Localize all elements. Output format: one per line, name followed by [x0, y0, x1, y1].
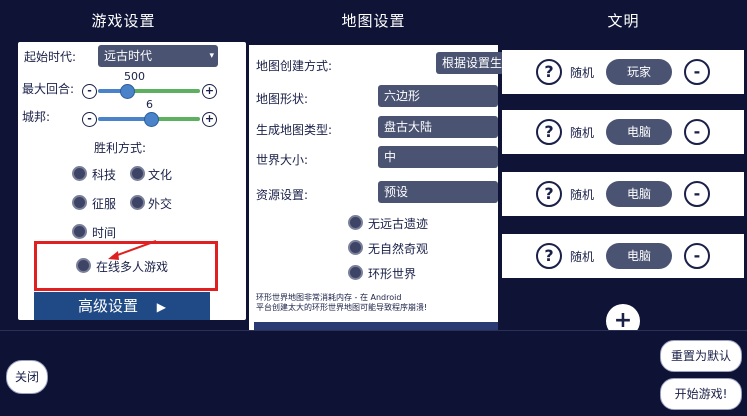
remove-player-button[interactable]: - [684, 59, 710, 85]
map-type-value: 盘古大陆 [384, 120, 433, 134]
max-turns-increase-button[interactable]: + [202, 84, 217, 99]
world-wrap-radio[interactable] [348, 265, 363, 280]
civ-name: 随机 [570, 126, 595, 140]
map-shape-label: 地图形状: [256, 92, 309, 106]
civ-name: 随机 [570, 66, 595, 80]
civ-row: ? 随机 电脑 - [502, 234, 744, 278]
no-ruins-label: 无远古遗迹 [368, 217, 429, 231]
remove-player-button[interactable]: - [684, 181, 710, 207]
player-type-button[interactable]: 电脑 [606, 181, 672, 207]
civ-row: ? 随机 电脑 - [502, 172, 744, 216]
civ-row: ? 随机 电脑 - [502, 110, 744, 154]
no-ruins-radio[interactable] [348, 215, 363, 230]
question-icon[interactable]: ? [536, 59, 562, 85]
city-states-slider[interactable] [98, 112, 200, 127]
map-creation-value: 根据设置生 [442, 56, 503, 70]
player-type-button[interactable]: 电脑 [606, 243, 672, 269]
start-era-value: 远古时代 [104, 49, 153, 63]
close-button[interactable]: 关闭 [6, 360, 48, 394]
play-arrow-icon: ▶ [156, 300, 167, 314]
city-states-label: 城邦: [22, 110, 51, 124]
world-size-value: 中 [384, 150, 397, 164]
reset-default-button[interactable]: 重置为默认 [660, 340, 742, 372]
map-type-label: 生成地图类型: [256, 123, 333, 137]
map-advanced-button-partial[interactable] [254, 322, 498, 330]
victory-label: 胜利方式: [94, 141, 147, 155]
victory-science-label: 科技 [92, 168, 117, 182]
civ-row: ? 随机 玩家 - [502, 50, 744, 94]
city-states-slider-knob[interactable] [144, 112, 159, 127]
highlight-arrow-icon [108, 240, 157, 260]
city-states-decrease-button[interactable]: - [82, 112, 97, 127]
map-shape-value: 六边形 [384, 89, 421, 103]
advanced-settings-label: 高级设置 [77, 297, 138, 315]
victory-domination-radio[interactable] [72, 195, 87, 210]
chevron-down-icon: ▾ [209, 51, 214, 61]
start-game-button[interactable]: 开始游戏! [660, 378, 742, 410]
max-turns-label: 最大回合: [22, 82, 75, 96]
world-size-label: 世界大小: [256, 153, 309, 167]
resource-label: 资源设置: [256, 188, 309, 202]
map-creation-label: 地图创建方式: [256, 59, 333, 73]
civs-header: 文明 [607, 12, 640, 30]
remove-player-button[interactable]: - [684, 243, 710, 269]
player-type-button[interactable]: 玩家 [606, 59, 672, 85]
start-era-dropdown[interactable]: 远古时代 ▾ [98, 45, 218, 67]
question-icon[interactable]: ? [536, 181, 562, 207]
max-turns-decrease-button[interactable]: - [82, 84, 97, 99]
no-wonders-label: 无自然奇观 [368, 242, 429, 256]
bottom-bar [0, 330, 747, 416]
victory-science-radio[interactable] [72, 166, 87, 181]
city-states-slider-fill [98, 117, 150, 121]
civ-name: 随机 [570, 188, 595, 202]
max-turns-slider-knob[interactable] [120, 84, 135, 99]
resource-value: 预设 [384, 185, 409, 199]
world-wrap-warning-line2: 平台创建太大的环形世界地图可能导致程序崩溃! [256, 303, 428, 312]
resource-dropdown[interactable]: 预设 [378, 181, 498, 203]
start-era-label: 起始时代: [24, 50, 77, 64]
max-turns-slider-rest [126, 89, 200, 93]
player-type-button[interactable]: 电脑 [606, 119, 672, 145]
game-settings-header: 游戏设置 [91, 12, 156, 30]
victory-diplomacy-label: 外交 [148, 197, 173, 211]
map-settings-header: 地图设置 [341, 12, 406, 30]
world-size-dropdown[interactable]: 中 [378, 146, 498, 168]
victory-diplomacy-radio[interactable] [130, 195, 145, 210]
victory-domination-label: 征服 [92, 197, 117, 211]
world-wrap-label: 环形世界 [368, 267, 417, 281]
advanced-settings-button[interactable]: 高级设置 ▶ [34, 292, 210, 320]
city-states-value: 6 [146, 98, 153, 111]
max-turns-slider[interactable] [98, 84, 200, 99]
remove-player-button[interactable]: - [684, 119, 710, 145]
victory-culture-radio[interactable] [130, 166, 145, 181]
question-icon[interactable]: ? [536, 119, 562, 145]
city-states-increase-button[interactable]: + [202, 112, 217, 127]
max-turns-value: 500 [124, 70, 145, 83]
civ-name: 随机 [570, 250, 595, 264]
map-shape-dropdown[interactable]: 六边形 [378, 85, 498, 107]
question-icon[interactable]: ? [536, 243, 562, 269]
victory-time-radio[interactable] [72, 224, 87, 239]
no-wonders-radio[interactable] [348, 240, 363, 255]
map-creation-dropdown[interactable]: 根据设置生 [436, 52, 504, 74]
map-type-dropdown[interactable]: 盘古大陆 [378, 116, 498, 138]
victory-culture-label: 文化 [148, 168, 173, 182]
